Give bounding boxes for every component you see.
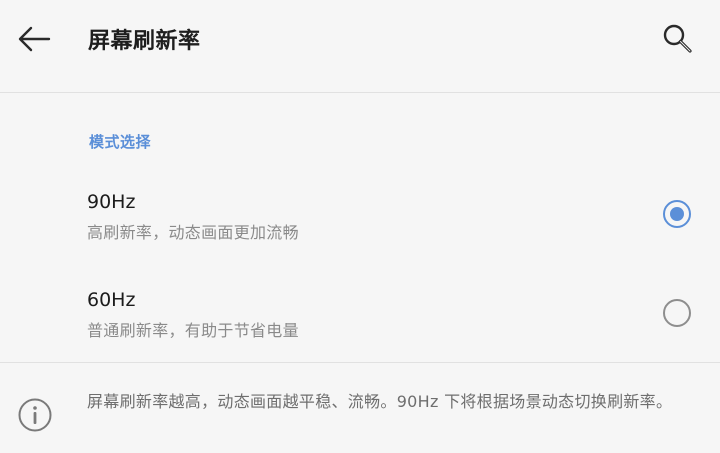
divider — [0, 362, 720, 363]
search-button[interactable] — [656, 18, 700, 62]
page-title: 屏幕刷新率 — [88, 29, 201, 54]
option-subtitle: 高刷新率，动态画面更加流畅 — [87, 223, 299, 242]
section-header-mode: 模式选择 — [89, 133, 152, 151]
info-text: 屏幕刷新率越高，动态画面越平稳、流畅。90Hz 下将根据场景动态切换刷新率。 — [87, 392, 673, 411]
back-button[interactable] — [14, 19, 54, 59]
info-icon — [17, 397, 53, 433]
arrow-left-icon — [18, 26, 51, 52]
app-bar: 屏幕刷新率 — [0, 0, 720, 93]
search-icon — [663, 24, 692, 53]
option-90hz[interactable]: 90Hz 高刷新率，动态画面更加流畅 — [0, 166, 720, 262]
option-title: 60Hz — [87, 289, 136, 311]
option-60hz[interactable]: 60Hz 普通刷新率，有助于节省电量 — [0, 264, 720, 360]
radio-60hz[interactable] — [663, 299, 691, 327]
option-subtitle: 普通刷新率，有助于节省电量 — [87, 321, 299, 340]
option-title: 90Hz — [87, 191, 136, 213]
radio-90hz[interactable] — [663, 200, 691, 228]
